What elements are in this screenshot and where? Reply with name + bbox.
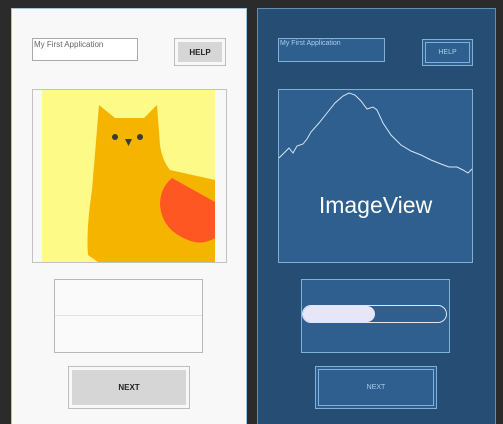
blueprint-next-label: NEXT <box>318 369 434 406</box>
blueprint-title-text-view[interactable]: My First Application <box>278 38 385 62</box>
progress-bar <box>54 279 203 353</box>
blueprint-surface: My First Application HELP ImageView NEXT <box>257 8 496 424</box>
cat-illustration-icon <box>42 90 215 262</box>
progress-track <box>55 315 202 316</box>
help-button-label: HELP <box>178 42 222 62</box>
blueprint-help-label: HELP <box>425 42 470 63</box>
cat-image <box>42 90 215 262</box>
next-button-label: NEXT <box>72 370 186 405</box>
mountain-outline-icon <box>279 92 472 174</box>
blueprint-image-view[interactable]: ImageView <box>278 89 473 263</box>
image-view-label: ImageView <box>318 192 433 218</box>
image-view[interactable] <box>32 89 227 263</box>
blueprint-next-button[interactable]: NEXT <box>315 366 437 409</box>
title-text-view[interactable]: My First Application <box>32 38 138 61</box>
blueprint-progress-bar <box>301 279 450 353</box>
progress-track <box>302 305 447 323</box>
blueprint-help-button[interactable]: HELP <box>422 39 473 66</box>
help-button[interactable]: HELP <box>174 38 226 66</box>
design-surface: My First Application HELP NEXT <box>11 8 247 424</box>
next-button[interactable]: NEXT <box>68 366 190 409</box>
progress-fill <box>303 306 375 322</box>
